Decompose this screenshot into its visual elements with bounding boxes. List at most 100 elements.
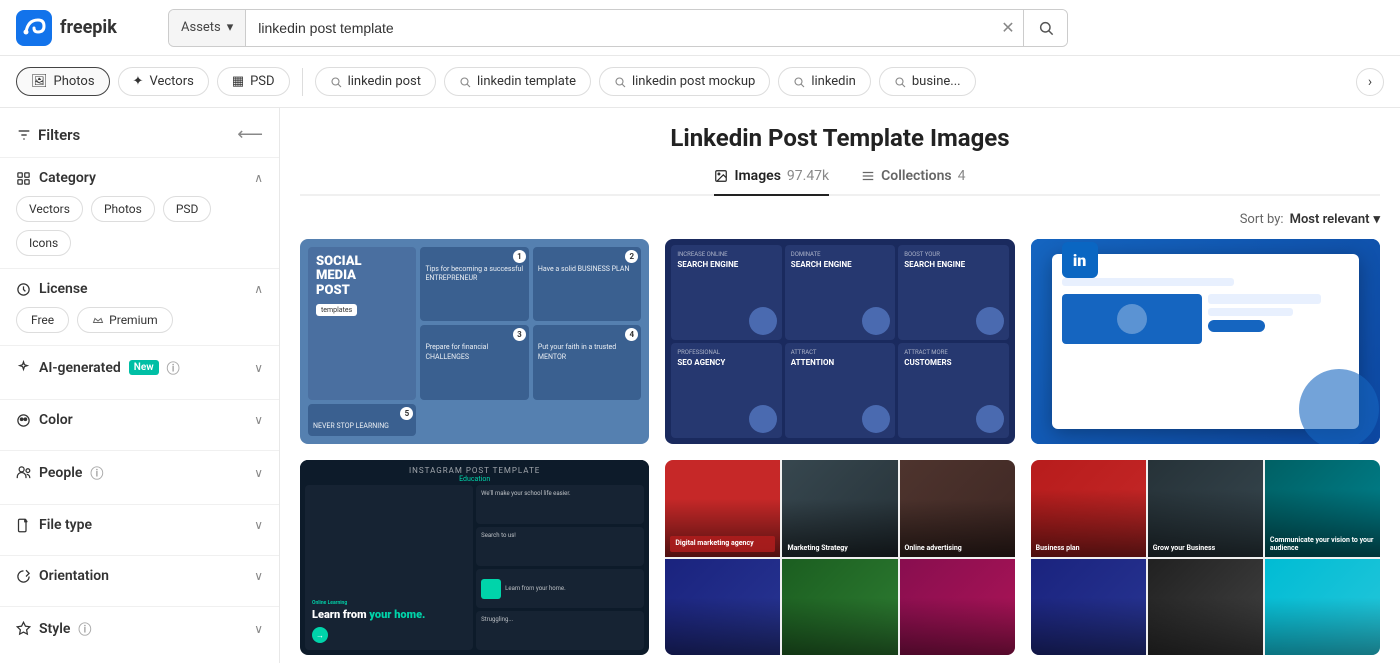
- ai-info-icon[interactable]: ⓘ: [167, 358, 180, 377]
- marketing-item-3: Online advertising: [900, 460, 1015, 557]
- filetype-icon: [16, 518, 31, 533]
- license-icon: [16, 282, 31, 297]
- clear-search-button[interactable]: ✕: [993, 10, 1023, 46]
- license-free-button[interactable]: Free: [16, 307, 69, 333]
- suggestion-label: linkedin post: [348, 74, 421, 89]
- business-label-1: Business plan: [1036, 544, 1141, 552]
- orientation-section-header[interactable]: Orientation ∨: [16, 568, 263, 584]
- se-item-1: INCREASE ONLINE SEARCH ENGINE: [671, 245, 781, 340]
- filter-chip-photos[interactable]: 🖼 Photos: [16, 67, 110, 96]
- business-item-2: Grow your Business: [1148, 460, 1263, 557]
- marketing-label-1: Digital marketing agency: [670, 536, 775, 551]
- people-section-header[interactable]: People ⓘ ∨: [16, 463, 263, 482]
- sidebar-section-people: People ⓘ ∨: [0, 450, 279, 504]
- filetype-section-header[interactable]: File type ∨: [16, 517, 263, 533]
- license-section-header[interactable]: License ∧: [16, 281, 263, 297]
- sort-label: Sort by:: [1240, 212, 1284, 227]
- sidebar: Filters ⟵ Category ∧ Vectors Photos PSD …: [0, 108, 280, 663]
- social-media-main-title: SOCIALMEDIAPOST: [316, 255, 408, 298]
- learn-main-card: Online Learning Learn from your home. →: [305, 485, 473, 650]
- se-item-4: PROFESSIONAL SEO AGENCY: [671, 343, 781, 438]
- people-info-icon[interactable]: ⓘ: [90, 463, 103, 482]
- suggestion-label: linkedin post mockup: [632, 74, 755, 89]
- sidebar-section-color: Color ∨: [0, 399, 279, 450]
- filter-suggestion-linkedin[interactable]: linkedin: [778, 67, 871, 96]
- style-collapse-icon: ∨: [254, 622, 263, 636]
- category-tag-psd[interactable]: PSD: [163, 196, 212, 222]
- sm-card-1: 1 Tips for becoming a successful ENTREPR…: [420, 247, 528, 321]
- sort-dropdown[interactable]: Most relevant ▾: [1290, 212, 1380, 227]
- filter-chip-psd[interactable]: ▦ PSD: [217, 67, 290, 96]
- category-tag-photos[interactable]: Photos: [91, 196, 155, 222]
- business-item-1: Business plan: [1031, 460, 1146, 557]
- filter-chip-vectors[interactable]: ✦ Vectors: [118, 67, 209, 96]
- people-title: People ⓘ: [16, 463, 103, 482]
- tab-collections[interactable]: Collections 4: [861, 168, 965, 194]
- sidebar-section-license: License ∧ Free Premium: [0, 268, 279, 345]
- category-tag-vectors[interactable]: Vectors: [16, 196, 83, 222]
- sidebar-section-orientation: Orientation ∨: [0, 555, 279, 606]
- collapse-sidebar-button[interactable]: ⟵: [237, 124, 263, 145]
- filter-bar: 🖼 Photos ✦ Vectors ▦ PSD linkedin post l…: [0, 56, 1400, 108]
- image-card-business-plan[interactable]: Business plan Grow your Business Communi…: [1031, 460, 1380, 655]
- logo[interactable]: freepik: [16, 10, 156, 46]
- vectors-chip-icon: ✦: [133, 74, 144, 89]
- learn-side-3: Learn from your home.: [476, 569, 644, 608]
- filter-next-button[interactable]: ›: [1356, 68, 1384, 96]
- search-icon: [1038, 20, 1054, 36]
- search-icon: [330, 76, 342, 88]
- learn-side-1: We'll make your school life easier.: [476, 485, 644, 524]
- learn-side-2: Search to us!: [476, 527, 644, 566]
- image-card-social-media[interactable]: SOCIALMEDIAPOST templates 1 Tips for bec…: [300, 239, 649, 444]
- filter-suggestion-linkedin-mockup[interactable]: linkedin post mockup: [599, 67, 770, 96]
- freepik-logo-icon: [16, 10, 52, 46]
- filters-title: Filters: [16, 126, 80, 144]
- marketing-item-4: [665, 559, 780, 656]
- linkedin-ui-mockup: in: [1052, 254, 1359, 428]
- suggestion-label: linkedin: [811, 74, 856, 89]
- marketing-label-3: Online advertising: [905, 544, 1010, 552]
- header: freepik Assets ▾ ✕: [0, 0, 1400, 56]
- style-info-icon[interactable]: ⓘ: [78, 619, 91, 638]
- suggestion-label: linkedin template: [477, 74, 576, 89]
- business-item-5: [1148, 559, 1263, 656]
- search-type-dropdown[interactable]: Assets ▾: [169, 10, 246, 46]
- filter-suggestion-linkedin-template[interactable]: linkedin template: [444, 67, 591, 96]
- search-type-label: Assets: [181, 20, 221, 35]
- content-area: Linkedin Post Template Images Images 97.…: [280, 108, 1400, 663]
- image-card-linkedin-ui[interactable]: in: [1031, 239, 1380, 444]
- collections-tab-icon: [861, 169, 875, 183]
- category-section-header[interactable]: Category ∧: [16, 170, 263, 186]
- tab-images[interactable]: Images 97.47k: [714, 168, 829, 196]
- ai-icon: [16, 360, 31, 375]
- search-icon: [894, 76, 906, 88]
- filters-label: Filters: [38, 126, 80, 144]
- image-card-learn-home[interactable]: INSTAGRAM POST TEMPLATE Education Online…: [300, 460, 649, 655]
- learn-template-label: INSTAGRAM POST TEMPLATE: [300, 466, 649, 475]
- color-icon: [16, 413, 31, 428]
- filter-suggestion-business[interactable]: busine...: [879, 67, 976, 96]
- crown-icon: [92, 314, 104, 326]
- ai-section-header[interactable]: AI-generated New ⓘ ∨: [16, 358, 263, 377]
- filter-suggestion-linkedin-post[interactable]: linkedin post: [315, 67, 436, 96]
- filetype-collapse-icon: ∨: [254, 518, 263, 532]
- orientation-icon: [16, 569, 31, 584]
- image-card-search-engine[interactable]: INCREASE ONLINE SEARCH ENGINE DOMINATE S…: [665, 239, 1014, 444]
- content-tabs: Images 97.47k Collections 4: [300, 168, 1380, 196]
- sort-chevron-icon: ▾: [1373, 212, 1380, 227]
- learn-education-label: Education: [300, 475, 649, 483]
- license-premium-button[interactable]: Premium: [77, 307, 172, 333]
- search-button[interactable]: [1023, 10, 1067, 46]
- images-tab-icon: [714, 169, 728, 183]
- tab-collections-count: 4: [958, 168, 966, 184]
- photos-chip-label: Photos: [54, 74, 95, 89]
- search-input[interactable]: [246, 20, 993, 36]
- color-collapse-icon: ∨: [254, 413, 263, 427]
- image-card-marketing[interactable]: Digital marketing agency Marketing Strat…: [665, 460, 1014, 655]
- category-tag-icons[interactable]: Icons: [16, 230, 71, 256]
- marketing-item-6: [900, 559, 1015, 656]
- category-collapse-icon: ∧: [254, 171, 263, 185]
- style-section-header[interactable]: Style ⓘ ∨: [16, 619, 263, 638]
- color-section-header[interactable]: Color ∨: [16, 412, 263, 428]
- learn-side-4: Struggling...: [476, 611, 644, 650]
